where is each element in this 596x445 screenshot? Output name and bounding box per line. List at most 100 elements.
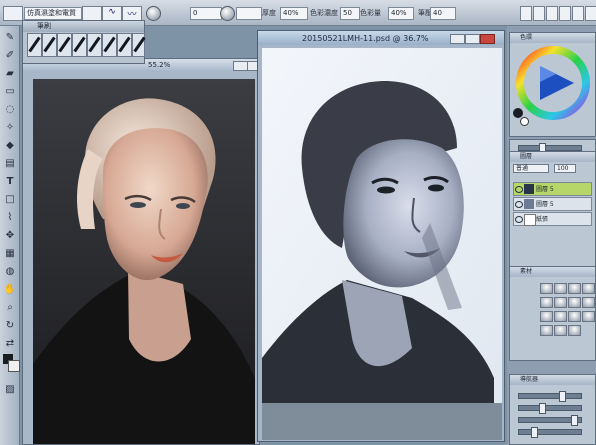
brush-preset[interactable] [132, 33, 146, 57]
minimize-button[interactable] [450, 34, 465, 44]
brush-tip[interactable] [582, 283, 595, 294]
brush-tip[interactable] [582, 297, 595, 308]
layer-name: 紙張 [536, 216, 549, 223]
brush-tip[interactable] [540, 325, 553, 336]
blend-icon[interactable]: ◍ [2, 264, 18, 279]
color-density-field[interactable]: 50 [340, 7, 360, 20]
eye-icon[interactable] [515, 216, 523, 223]
transparent-color-icon[interactable]: ▨ [2, 382, 18, 397]
brush-preset[interactable] [72, 33, 87, 57]
right-panel-column: 色環 圖層 普通 100 圖層 5 圖層 5 紙張 素材 導航器 [507, 26, 596, 445]
brush-preset[interactable] [87, 33, 102, 57]
curve-icon[interactable]: 〰 [122, 6, 142, 21]
reference-photo-window: 55.2% [22, 58, 262, 445]
tool-swatch[interactable] [572, 6, 584, 21]
layer-row[interactable]: 圖層 5 [513, 197, 592, 211]
brush-tip[interactable] [568, 325, 581, 336]
pen-icon[interactable]: ✎ [2, 30, 18, 45]
zoom-label: 55.2% [148, 61, 171, 69]
panel-header: 圖層 [510, 152, 595, 162]
color-swap-icon[interactable]: ⇄ [2, 336, 18, 351]
wand-icon[interactable]: ✧ [2, 120, 18, 135]
eraser-icon[interactable]: ▰ [2, 66, 18, 81]
ruler-icon[interactable]: ▦ [2, 246, 18, 261]
lasso-icon[interactable]: ◌ [2, 102, 18, 117]
sub-color-icon[interactable] [8, 360, 20, 372]
layer-row[interactable]: 圖層 5 [513, 182, 592, 196]
size-field[interactable]: 0 [190, 7, 222, 20]
painting-canvas-window: 20150521LMH-11.psd @ 36.7% [257, 30, 505, 442]
brush-tip[interactable] [568, 311, 581, 322]
preset-field[interactable]: 仿真濕塗和電質 [24, 7, 82, 20]
move-icon[interactable]: ✥ [2, 228, 18, 243]
brush-tip[interactable] [554, 297, 567, 308]
brush-tip[interactable] [554, 311, 567, 322]
brush-tip[interactable] [554, 325, 567, 336]
tool-swatch[interactable] [533, 6, 545, 21]
eyedropper-icon[interactable]: ⌇ [2, 210, 18, 225]
brush-tip[interactable] [582, 311, 595, 322]
window-title-bar[interactable]: 20150521LMH-11.psd @ 36.7% [258, 31, 504, 45]
color-amount-label: 色彩量 [360, 9, 381, 17]
reference-photo [33, 79, 255, 444]
tool-swatch[interactable] [520, 6, 532, 21]
text-icon[interactable]: T [2, 174, 18, 189]
color-wheel-panel: 色環 [509, 32, 596, 137]
brush-preset[interactable] [42, 33, 57, 57]
undo-icon[interactable] [3, 6, 23, 21]
brush-preset[interactable] [27, 33, 42, 57]
brush-tip[interactable] [540, 283, 553, 294]
density-field[interactable] [236, 7, 262, 20]
fill-icon[interactable]: ◆ [2, 138, 18, 153]
brush-tip[interactable] [540, 311, 553, 322]
tool-icon[interactable] [82, 6, 102, 21]
layer-name: 圖層 5 [536, 186, 554, 193]
brush-tip[interactable] [540, 297, 553, 308]
tool-bar: ✎ ✐ ▰ ▭ ◌ ✧ ◆ ▤ T □ ⌇ ✥ ▦ ◍ ✋ ⌕ ↻ ⇄ ▨ [0, 26, 20, 445]
thickness-label: 厚度 [262, 9, 276, 17]
panel-header: 素材 [510, 267, 595, 277]
maximize-button[interactable] [465, 34, 480, 44]
brush-preset[interactable] [57, 33, 72, 57]
brush-tip[interactable] [568, 297, 581, 308]
shape-icon[interactable]: □ [2, 192, 18, 207]
painting-canvas[interactable] [262, 48, 502, 440]
sub-color-swatch[interactable] [520, 117, 529, 126]
layer-panel: 圖層 普通 100 圖層 5 圖層 5 紙張 [509, 151, 596, 271]
opacity-field[interactable]: 100 [554, 164, 576, 173]
brush-tip[interactable] [568, 283, 581, 294]
brush-preset[interactable] [117, 33, 132, 57]
tool-swatch[interactable] [559, 6, 571, 21]
minimize-button[interactable] [233, 61, 248, 71]
palette-title: 筆刷 [23, 21, 144, 32]
color-wheel[interactable] [516, 46, 590, 120]
tool-swatch[interactable] [585, 6, 596, 21]
brush-tip[interactable] [554, 283, 567, 294]
navigator-panel: 導航器 [509, 374, 596, 445]
brush-palette: 筆刷 [22, 20, 146, 64]
tool-swatch[interactable] [546, 6, 558, 21]
lasso-icon[interactable]: ∿ [102, 6, 122, 21]
eye-icon[interactable] [515, 201, 523, 208]
thickness-field[interactable]: 40% [280, 7, 308, 20]
brush-size-knob[interactable] [146, 6, 161, 21]
brush-icon[interactable]: ✐ [2, 48, 18, 63]
panel-header: 色環 [510, 33, 595, 43]
brush-preset[interactable] [102, 33, 117, 57]
marquee-icon[interactable]: ▭ [2, 84, 18, 99]
gradient-icon[interactable]: ▤ [2, 156, 18, 171]
zoom-icon[interactable]: ⌕ [2, 300, 18, 315]
hand-icon[interactable]: ✋ [2, 282, 18, 297]
density-knob[interactable] [220, 6, 235, 21]
rotate-icon[interactable]: ↻ [2, 318, 18, 333]
blend-mode-select[interactable]: 普通 [513, 164, 549, 173]
color-amount-field[interactable]: 40% [388, 7, 414, 20]
color-density-label: 色彩濃度 [310, 9, 338, 17]
document-title: 20150521LMH-11.psd @ 36.7% [302, 34, 429, 43]
eye-icon[interactable] [515, 186, 523, 193]
layer-row[interactable]: 紙張 [513, 212, 592, 226]
pressure-field[interactable]: 40 [430, 7, 456, 20]
panel-header: 導航器 [510, 375, 595, 385]
layer-name: 圖層 5 [536, 201, 554, 208]
close-button[interactable] [480, 34, 495, 44]
